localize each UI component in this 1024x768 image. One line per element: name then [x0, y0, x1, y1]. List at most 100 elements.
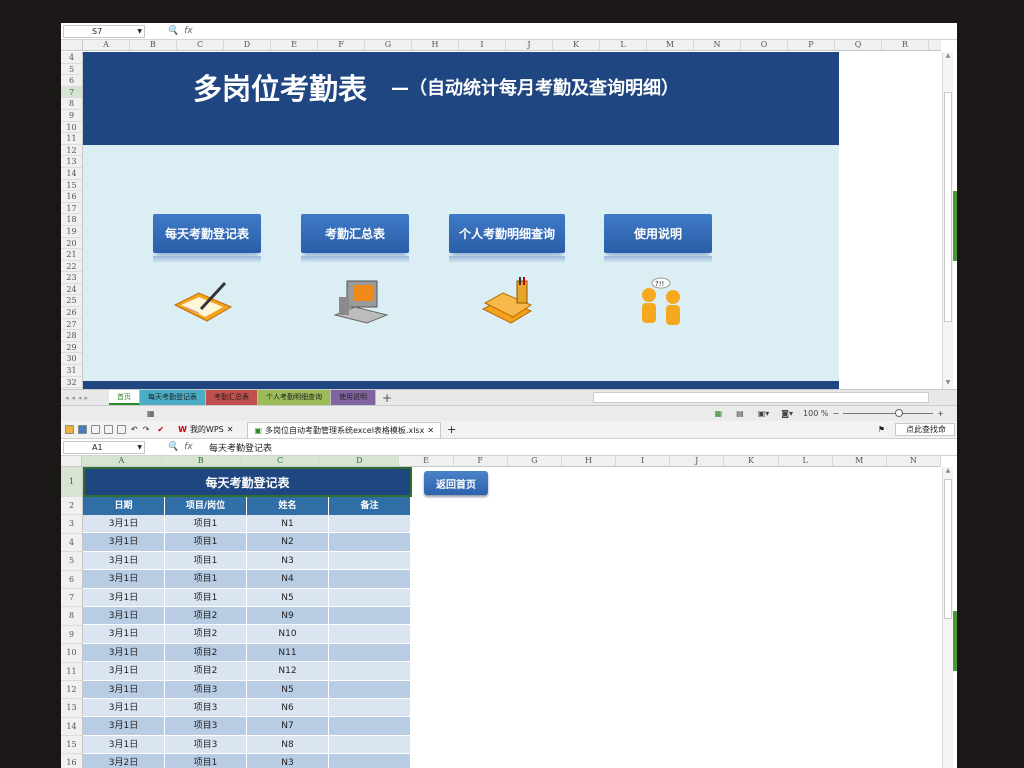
zoom-level[interactable]: 100 % [803, 409, 828, 418]
row-header-11[interactable]: 11 [61, 663, 82, 681]
zoom-icon[interactable]: 🔍 [167, 26, 178, 36]
table-cell[interactable]: N2 [247, 533, 329, 552]
table-cell[interactable]: 3月1日 [83, 588, 165, 607]
row-header-12[interactable]: 12 [61, 681, 82, 700]
fx-icon[interactable]: fx [184, 26, 193, 36]
scroll-up-icon[interactable]: ▲ [943, 52, 953, 62]
reading-mode-icon[interactable]: ◙▾ [781, 409, 793, 418]
computer-icon[interactable] [329, 277, 393, 329]
row-header-9[interactable]: 9 [61, 626, 82, 645]
tab-wps-home[interactable]: W 我的WPS ✕ [172, 422, 239, 438]
table-cell[interactable]: 3月1日 [83, 717, 165, 736]
row-header-30[interactable]: 30 [61, 353, 82, 366]
sheet-nav-arrows-icon[interactable]: ◂◂◂▸ [61, 394, 109, 402]
table-cell[interactable]: 3月1日 [83, 515, 165, 534]
column-header-n[interactable]: N [694, 40, 741, 50]
sheet-tab-3[interactable]: 个人考勤明细查询 [258, 390, 331, 405]
row-header-1[interactable]: 1 [61, 467, 82, 497]
column-header-l[interactable]: L [600, 40, 647, 50]
row-header-4[interactable]: 4 [61, 52, 82, 64]
sheet-tab-4[interactable]: 使用说明 [331, 390, 376, 405]
table-cell[interactable]: 项目1 [165, 533, 247, 552]
check-icon[interactable]: ✔ [157, 425, 164, 434]
table-cell[interactable] [329, 754, 411, 768]
table-cell[interactable]: N10 [247, 625, 329, 644]
people-question-icon[interactable]: ?!! [631, 277, 695, 329]
nav-button-personal-detail[interactable]: 个人考勤明细查询 [449, 214, 565, 263]
row-header-4[interactable]: 4 [61, 534, 82, 553]
table-cell[interactable]: 项目3 [165, 717, 247, 736]
column-header-d[interactable]: D [320, 456, 400, 466]
print-preview-icon[interactable] [91, 425, 100, 434]
vertical-scrollbar[interactable]: ▲ [942, 467, 953, 768]
back-to-home-button[interactable]: 返回首页 [424, 471, 488, 495]
table-cell[interactable]: 项目2 [165, 643, 247, 663]
column-header-b[interactable]: B [130, 40, 177, 50]
column-header-r[interactable]: R [882, 40, 929, 50]
select-all-corner[interactable] [61, 456, 83, 466]
row-header-5[interactable]: 5 [61, 552, 82, 571]
row-header-24[interactable]: 24 [61, 284, 82, 296]
page-layout-icon[interactable]: ▤ [736, 409, 744, 418]
chevron-down-icon[interactable]: ▼ [137, 442, 142, 453]
zoom-in-icon[interactable]: + [937, 409, 944, 418]
redo-icon[interactable]: ↷ [143, 425, 150, 434]
table-cell[interactable]: 项目1 [165, 515, 247, 534]
row-header-7[interactable]: 7 [61, 86, 82, 99]
column-header-k[interactable]: K [724, 456, 779, 466]
table-cell[interactable]: 3月1日 [83, 551, 165, 571]
row-header-20[interactable]: 20 [61, 238, 82, 250]
tab-document[interactable]: ▣ 多岗位自动考勤管理系统excel表格模板.xlsx ✕ [247, 421, 442, 438]
column-header-e[interactable]: E [399, 456, 454, 466]
normal-view-icon[interactable]: ▦ [715, 409, 723, 418]
feedback-icon[interactable]: ⚑ [878, 425, 885, 434]
table-cell[interactable]: N8 [247, 735, 329, 755]
table-cell[interactable]: N6 [247, 699, 329, 718]
table-cell[interactable] [329, 735, 411, 755]
table-cell[interactable]: 项目1 [165, 551, 247, 571]
row-header-5[interactable]: 5 [61, 64, 82, 76]
column-header-i[interactable]: I [459, 40, 506, 50]
row-header-14[interactable]: 14 [61, 168, 82, 180]
table-cell[interactable]: 3月1日 [83, 680, 165, 699]
column-header-c[interactable]: C [240, 456, 321, 466]
table-cell[interactable] [329, 717, 411, 736]
scroll-thumb[interactable] [944, 92, 952, 322]
table-header-cell[interactable]: 日期 [83, 497, 165, 515]
table-cell[interactable] [329, 699, 411, 718]
row-header-6[interactable]: 6 [61, 571, 82, 589]
nav-button-instructions[interactable]: 使用说明 [604, 214, 712, 263]
sheet-status-icon[interactable]: ▦ [147, 409, 155, 418]
table-cell[interactable]: N4 [247, 570, 329, 589]
nav-button-summary[interactable]: 考勤汇总表 [301, 214, 409, 263]
row-header-9[interactable]: 9 [61, 110, 82, 122]
zoom-icon[interactable]: 🔍 [167, 442, 178, 452]
table-cell[interactable] [329, 643, 411, 663]
column-header-e[interactable]: E [271, 40, 318, 50]
row-header-3[interactable]: 3 [61, 515, 82, 534]
table-cell[interactable]: N11 [247, 643, 329, 663]
row-header-11[interactable]: 11 [61, 133, 82, 145]
column-header-q[interactable]: Q [835, 40, 882, 50]
column-header-n[interactable]: N [887, 456, 941, 466]
row-header-2[interactable]: 2 [61, 497, 82, 516]
row-header-25[interactable]: 25 [61, 295, 82, 308]
column-header-h[interactable]: H [562, 456, 617, 466]
table-cell[interactable]: N3 [247, 754, 329, 768]
row-header-26[interactable]: 26 [61, 307, 82, 319]
zoom-slider[interactable] [843, 409, 934, 417]
table-cell[interactable] [329, 607, 411, 626]
table-cell[interactable]: N1 [247, 515, 329, 534]
table-cell[interactable] [329, 680, 411, 699]
row-header-15[interactable]: 15 [61, 180, 82, 192]
close-icon[interactable]: ✕ [227, 425, 234, 434]
table-cell[interactable]: 3月1日 [83, 735, 165, 755]
new-tab-icon[interactable]: + [447, 423, 456, 436]
table-cell[interactable]: N5 [247, 680, 329, 699]
table-cell[interactable]: 3月1日 [83, 699, 165, 718]
row-header-31[interactable]: 31 [61, 365, 82, 377]
row-header-13[interactable]: 13 [61, 156, 82, 168]
row-header-13[interactable]: 13 [61, 699, 82, 718]
search-input[interactable]: 点此查找命 [895, 423, 955, 436]
row-header-17[interactable]: 17 [61, 203, 82, 215]
